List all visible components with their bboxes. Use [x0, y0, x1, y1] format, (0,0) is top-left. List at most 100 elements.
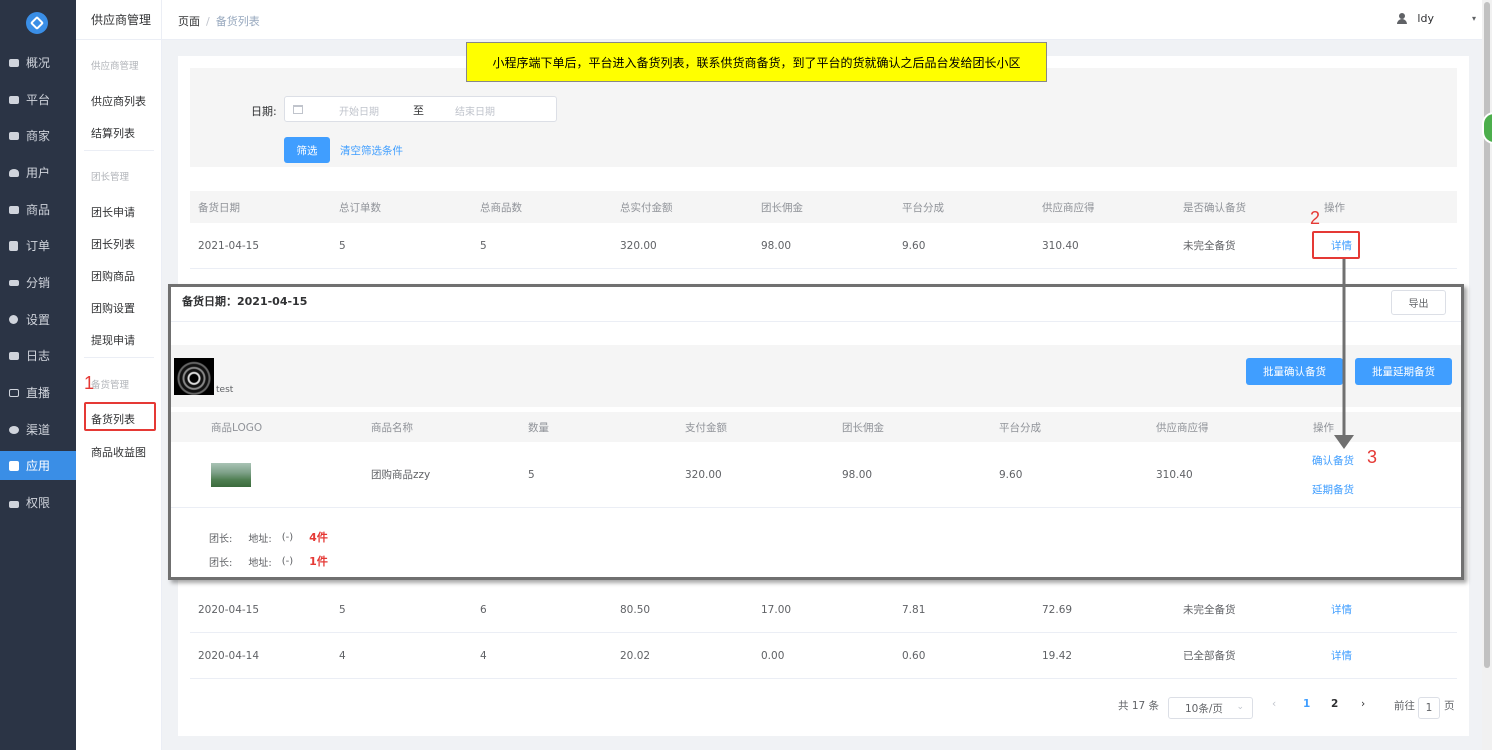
- breadcrumb-separator: /: [206, 15, 210, 28]
- stock-detail-panel: 备货日期：2021-04-15 导出 test 批量确认备货 批量延期备货 商品…: [168, 284, 1464, 580]
- export-button[interactable]: 导出: [1391, 290, 1446, 315]
- confirm-stock-link[interactable]: 确认备货: [1312, 453, 1390, 468]
- date-range-picker[interactable]: 开始日期 至 结束日期: [284, 96, 557, 122]
- end-date-input[interactable]: 结束日期: [455, 103, 495, 118]
- th-date: 备货日期: [198, 201, 240, 214]
- app-logo[interactable]: [26, 12, 48, 34]
- nav-user[interactable]: 用户: [0, 158, 76, 187]
- detail-link[interactable]: 详情: [1316, 602, 1416, 617]
- sub-item-settlement-list[interactable]: 结算列表: [91, 125, 135, 141]
- nav-overview[interactable]: 概况: [0, 48, 76, 77]
- caret-down-icon: ▾: [1471, 14, 1476, 23]
- nav-channel[interactable]: 渠道: [0, 415, 76, 444]
- lock-icon: [8, 498, 19, 508]
- date-to-label: 至: [413, 104, 424, 117]
- breadcrumb-root[interactable]: 页面: [178, 15, 200, 28]
- nav-log[interactable]: 日志: [0, 341, 76, 370]
- hierarchy-icon: [8, 278, 19, 288]
- floating-side-tab[interactable]: [1482, 112, 1492, 144]
- nav-settings[interactable]: 设置: [0, 305, 76, 334]
- user-menu[interactable]: ldy ▾: [1397, 12, 1476, 25]
- nav-goods[interactable]: 商品: [0, 195, 76, 224]
- th-supplier: 供应商应得: [1042, 201, 1095, 214]
- date-label: 日期:: [251, 105, 277, 118]
- annotation-note: 小程序端下单后，平台进入备货列表，联系供货商备货，到了平台的货就确认之后品台发给…: [466, 42, 1047, 82]
- sub-item-group-settings[interactable]: 团购设置: [91, 300, 135, 316]
- batch-confirm-button[interactable]: 批量确认备货: [1246, 358, 1343, 385]
- address-label: 地址:: [248, 557, 272, 569]
- cell-orders: 5: [339, 603, 346, 616]
- goto-label: 前往: [1394, 700, 1415, 712]
- clear-filter-link[interactable]: 清空筛选条件: [340, 143, 403, 158]
- page-size-select[interactable]: 10条/页 ⌄: [1168, 697, 1253, 719]
- scrollbar-thumb[interactable]: [1484, 2, 1490, 668]
- cell-platform: 9.60: [999, 468, 1023, 481]
- start-date-input[interactable]: 开始日期: [339, 103, 379, 118]
- user-icon: [1397, 13, 1408, 24]
- cell-supplier: 19.42: [1042, 649, 1073, 662]
- nav-label: 应用: [26, 459, 51, 473]
- th-platform: 平台分成: [999, 421, 1041, 434]
- nav-label: 平台: [26, 93, 51, 107]
- cell-status: 未完全备货: [1183, 604, 1236, 616]
- page-1[interactable]: 1: [1303, 698, 1310, 710]
- stock-table-header: 备货日期 总订单数 总商品数 总实付金额 团长佣金 平台分成 供应商应得 是否确…: [190, 191, 1457, 223]
- sub-group-supplier: 供应商管理: [91, 61, 139, 72]
- cell-platform: 9.60: [902, 239, 926, 252]
- cell-goods: 6: [480, 603, 487, 616]
- sub-item-withdraw[interactable]: 提现申请: [91, 332, 135, 348]
- annotation-number-1: 1: [84, 373, 95, 393]
- tag-icon: [8, 205, 19, 215]
- cell-name: 团购商品zzy: [371, 469, 431, 481]
- sub-item-supplier-list[interactable]: 供应商列表: [91, 93, 146, 109]
- cell-paid: 80.50: [620, 603, 651, 616]
- cell-paid: 20.02: [620, 649, 651, 662]
- sub-group-leader: 团长管理: [91, 172, 130, 183]
- live-icon: [8, 388, 19, 398]
- nav-platform[interactable]: 平台: [0, 85, 76, 114]
- page-2[interactable]: 2: [1331, 698, 1338, 710]
- annotation-arrow: [1334, 259, 1354, 449]
- arrow-head: [1334, 435, 1354, 449]
- nav-label: 用户: [26, 166, 51, 180]
- nav-label: 分销: [26, 276, 51, 290]
- main-sidebar: 概况 平台 商家 用户 商品 订单 分销 设置 日志 直播 渠道 应用 权限: [0, 0, 76, 750]
- sub-item-leader-list[interactable]: 团长列表: [91, 236, 135, 252]
- sub-item-goods-income[interactable]: 商品收益图: [91, 444, 146, 460]
- th-commission: 团长佣金: [761, 201, 803, 214]
- goto-page-input[interactable]: 1: [1418, 697, 1440, 719]
- detail-link[interactable]: 详情: [1316, 648, 1416, 663]
- cell-goods: 4: [480, 649, 487, 662]
- nav-apps[interactable]: 应用: [0, 451, 76, 480]
- cell-qty: 5: [528, 468, 535, 481]
- prev-page-button[interactable]: ‹: [1272, 698, 1276, 710]
- filter-button[interactable]: 筛选: [284, 137, 330, 163]
- nav-merchant[interactable]: 商家: [0, 121, 76, 150]
- nav-order[interactable]: 订单: [0, 231, 76, 260]
- divider: [84, 150, 154, 151]
- address-value: (-): [281, 555, 294, 567]
- th-paid: 支付金额: [685, 421, 727, 434]
- leader-label: 团长:: [209, 557, 233, 569]
- nav-live[interactable]: 直播: [0, 378, 76, 407]
- cell-paid: 320.00: [685, 468, 722, 481]
- nav-label: 权限: [26, 496, 51, 510]
- breadcrumb-current: 备货列表: [215, 15, 260, 28]
- next-page-button[interactable]: ›: [1361, 698, 1365, 710]
- nav-distribution[interactable]: 分销: [0, 268, 76, 297]
- cell-orders: 5: [339, 239, 346, 252]
- sub-item-group-goods[interactable]: 团购商品: [91, 268, 135, 284]
- nav-permission[interactable]: 权限: [0, 488, 76, 517]
- cell-goods: 5: [480, 239, 487, 252]
- delay-stock-link[interactable]: 延期备货: [1312, 482, 1390, 497]
- nav-label: 概况: [26, 56, 51, 70]
- batch-delay-button[interactable]: 批量延期备货: [1355, 358, 1452, 385]
- th-platform: 平台分成: [902, 201, 944, 214]
- table-row: 2020-04-14 4 4 20.02 0.00 0.60 19.42 已全部…: [190, 633, 1457, 679]
- table-row: 2021-04-15 5 5 320.00 98.00 9.60 310.40 …: [190, 223, 1457, 269]
- sub-item-leader-apply[interactable]: 团长申请: [91, 204, 135, 220]
- calendar-icon: [293, 105, 303, 114]
- nav-label: 直播: [26, 386, 51, 400]
- cell-supplier: 310.40: [1156, 468, 1193, 481]
- shop-avatar: [174, 358, 214, 395]
